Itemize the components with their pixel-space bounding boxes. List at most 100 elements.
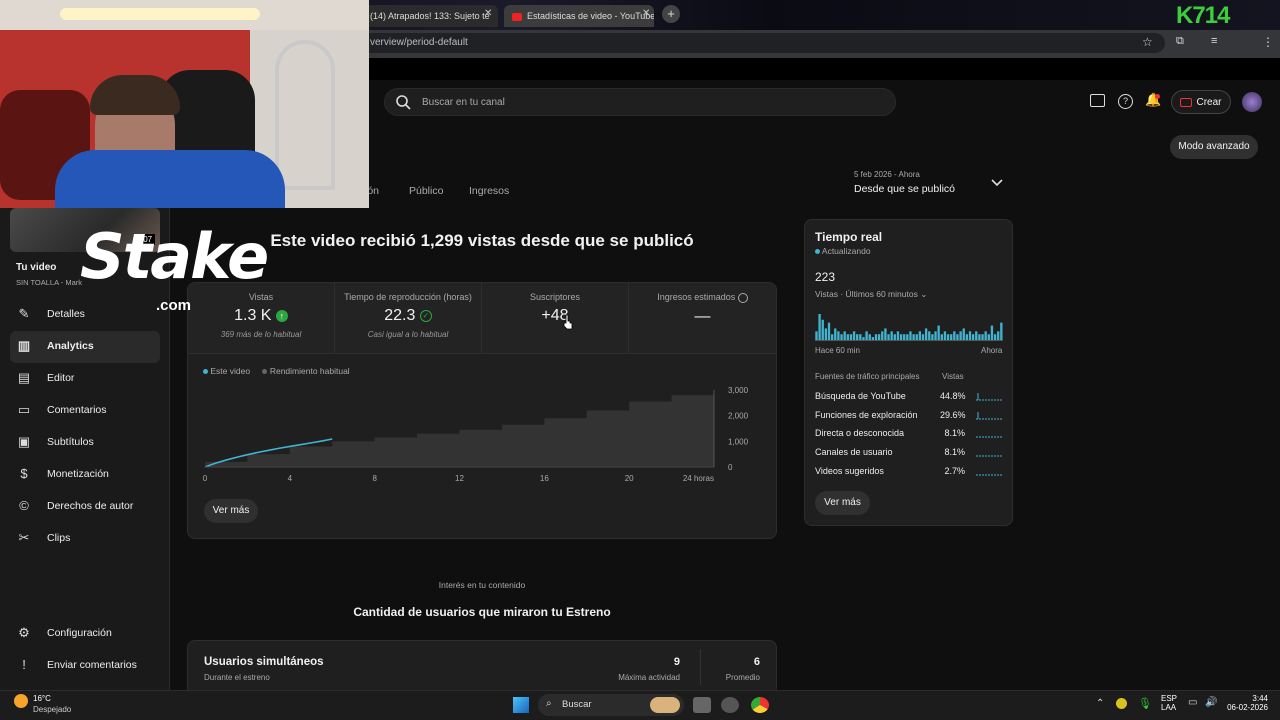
webcam-overlay [0,0,369,208]
realtime-bar [834,328,837,340]
realtime-bar [943,331,947,340]
comment-icon: ▭ [17,402,31,417]
realtime-bar [856,334,859,340]
media-icon[interactable]: ≡ [1211,35,1217,47]
realtime-title: Tiempo real [815,230,883,244]
legend-swatch-typical [262,369,268,375]
concurrent-title: Usuarios simultáneos [204,656,324,668]
realtime-bar [978,334,981,340]
realtime-bar [921,334,925,340]
legend: Este video Rendimiento habitual [203,366,350,376]
period-selector[interactable]: 5 feb 2026 - Ahora Desde que se publicó [854,170,1014,200]
menu-icon[interactable]: ⋮ [1262,35,1274,49]
chrome-icon[interactable] [751,697,769,713]
new-tab-icon[interactable]: + [662,5,680,23]
ver-mas-button[interactable]: Ver más [204,499,258,523]
steam-icon[interactable] [721,697,739,713]
network-icon[interactable]: ▭ [1188,697,1197,708]
traffic-source-row: Funciones de exploración 29.6% [815,410,1005,426]
avatar[interactable] [1242,92,1262,112]
interest-label: Interés en tu contenido [438,580,526,590]
chevron-up-icon[interactable]: ⌃ [1096,698,1104,709]
microphone-icon[interactable]: 🎙 [1138,697,1152,710]
sidebar-item-copyright[interactable]: © Derechos de autor [10,491,160,523]
realtime-bar [871,337,875,340]
realtime-bar-chart [815,314,1003,341]
tab-ingresos[interactable]: Ingresos [469,185,509,197]
traffic-source-percent: 8.1% [944,428,965,439]
messages-icon[interactable] [1090,94,1105,107]
create-button[interactable]: Crear [1171,90,1231,114]
realtime-bar [993,334,997,340]
sidebar-item-feedback[interactable]: ! Enviar comentarios [10,650,160,682]
sidebar-item-details[interactable]: ✎ Detalles [10,299,160,331]
video-subtitle: SIN TOALLA - Mark [16,278,82,287]
tray-app-icon[interactable] [1116,698,1127,709]
x-tick-label: 20 [625,474,634,483]
live-dot [815,249,820,255]
bookmark-star-icon[interactable]: ☆ [1142,35,1153,49]
x-tick-label: 8 [372,474,377,483]
traffic-source-row: Canales de usuario 8.1% [815,447,1005,463]
realtime-bar [877,334,881,340]
search-input[interactable]: Buscar en tu canal [384,88,896,116]
traffic-sparkline [976,455,1002,457]
premiere-title: Cantidad de usuarios que miraron tu Estr… [353,605,611,619]
views-chart: 3,000 2,000 1,000 0 0 4 8 12 16 20 24 horas [203,386,749,483]
realtime-bar [928,331,931,340]
sidebar-item-monetization[interactable]: $ Monetización [10,459,160,491]
typical-performance-area [205,391,714,467]
close-tab-icon[interactable]: ✕ [642,8,650,19]
notification-dot [1155,94,1160,99]
search-highlight-image [650,697,680,713]
sidebar-item-settings[interactable]: ⚙ Configuración [10,618,160,650]
realtime-bar [852,331,856,340]
x-tick-label: 16 [540,474,549,483]
realtime-bar [884,328,887,340]
metric-watch-time[interactable]: Tiempo de reproducción (horas) 22.3 ✓ Ca… [335,282,482,354]
realtime-bar [971,334,975,340]
extensions-icon[interactable]: ⧉ [1176,35,1184,48]
page-title: Este video recibió 1,299 vistas desde qu… [270,231,694,250]
realtime-bar [846,334,849,340]
traffic-source-percent: 44.8% [940,391,966,401]
help-icon[interactable]: ? [1118,94,1133,109]
task-view-icon[interactable] [693,697,711,713]
ceiling-light [60,8,260,20]
search-icon [396,95,411,110]
sidebar-item-editor[interactable]: ▤ Editor [10,363,160,395]
browser-tab-active[interactable]: Estadísticas de video - YouTube [504,5,654,27]
realtime-bar [890,331,893,340]
volume-icon[interactable]: 🔊 [1205,697,1217,708]
clock[interactable]: 3:44 06-02-2026 [1222,694,1268,712]
realtime-ver-mas-button[interactable]: Ver más [815,491,870,515]
windows-start-icon[interactable] [513,697,529,713]
sidebar-item-subtitles[interactable]: ▣ Subtítulos [10,427,160,459]
x-tick-label: 4 [288,474,293,483]
realtime-bar [915,334,918,340]
weather-sun-icon [14,694,28,708]
traffic-sparkline [976,393,1002,401]
metric-subscribers[interactable]: Suscriptores +48 [482,282,629,354]
sidebar-item-analytics[interactable]: ▥ Analytics [10,331,160,363]
x-tick-label: 24 horas [683,474,714,483]
close-tab-icon[interactable]: ✕ [484,8,492,19]
traffic-source-label: Videos sugeridos [815,465,884,476]
taskbar-search[interactable]: ⌕ Buscar [538,694,684,716]
advanced-mode-button[interactable]: Modo avanzado [1170,135,1258,159]
weather-desc: Despejado [33,705,72,714]
language-indicator[interactable]: ESP LAA [1161,694,1177,712]
check-circle-icon: ✓ [419,309,432,322]
url-field[interactable]: verview/period-default [360,33,1165,53]
browser-tab[interactable]: (14) Atrapados! 133: Sujeto te [362,5,498,27]
metric-revenue[interactable]: Ingresos estimados — [629,282,776,354]
tab-publico[interactable]: Público [409,185,443,197]
bar-chart-icon: ▥ [17,338,31,353]
sidebar-item-clips[interactable]: ✂ Clips [10,523,160,555]
sidebar-item-comments[interactable]: ▭ Comentarios [10,395,160,427]
weather-temp[interactable]: 16°C [33,694,51,703]
stake-logo-text: Stake [80,220,269,293]
realtime-bar [997,331,1000,340]
realtime-desc-dropdown[interactable]: Vistas · Últimos 60 minutos ⌄ [815,289,927,300]
y-tick-label: 1,000 [728,437,749,446]
